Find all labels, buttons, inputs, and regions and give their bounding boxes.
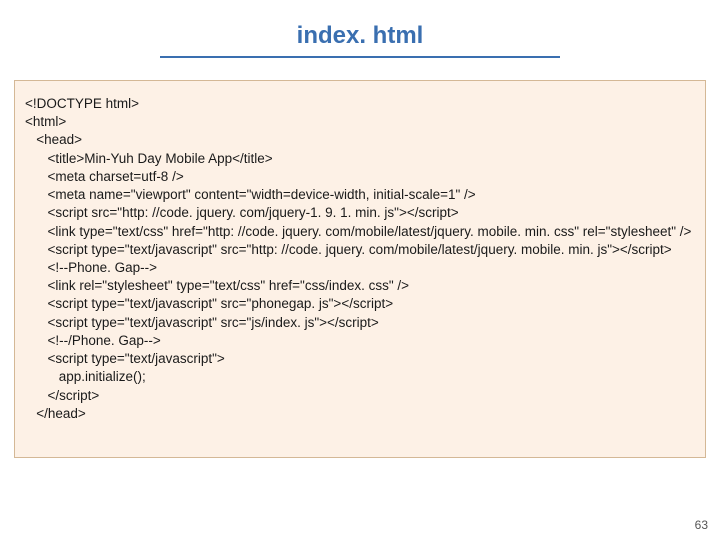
code-line: </script> bbox=[25, 387, 695, 405]
code-block: <!DOCTYPE html> <html> <head> <title>Min… bbox=[14, 80, 706, 458]
code-line: <title>Min-Yuh Day Mobile App</title> bbox=[25, 150, 695, 168]
code-line: <script src="http: //code. jquery. com/j… bbox=[25, 204, 695, 222]
title-underline bbox=[160, 56, 560, 58]
code-line: </head> bbox=[25, 405, 695, 423]
code-line: app.initialize(); bbox=[25, 368, 695, 386]
code-line: <!--Phone. Gap--> bbox=[25, 259, 695, 277]
code-line: <link type="text/css" href="http: //code… bbox=[25, 223, 695, 241]
code-line: <script type="text/javascript" src="phon… bbox=[25, 295, 695, 313]
code-line: <link rel="stylesheet" type="text/css" h… bbox=[25, 277, 695, 295]
code-line: <script type="text/javascript"> bbox=[25, 350, 695, 368]
code-line: <meta charset=utf-8 /> bbox=[25, 168, 695, 186]
slide-title: index. html bbox=[0, 0, 720, 56]
code-line: <html> bbox=[25, 113, 695, 131]
code-line: <script type="text/javascript" src="http… bbox=[25, 241, 695, 259]
code-line: <head> bbox=[25, 131, 695, 149]
code-line: <script type="text/javascript" src="js/i… bbox=[25, 314, 695, 332]
code-line: <meta name="viewport" content="width=dev… bbox=[25, 186, 695, 204]
code-line: <!DOCTYPE html> bbox=[25, 95, 695, 113]
code-line: <!--/Phone. Gap--> bbox=[25, 332, 695, 350]
page-number: 63 bbox=[695, 518, 708, 532]
